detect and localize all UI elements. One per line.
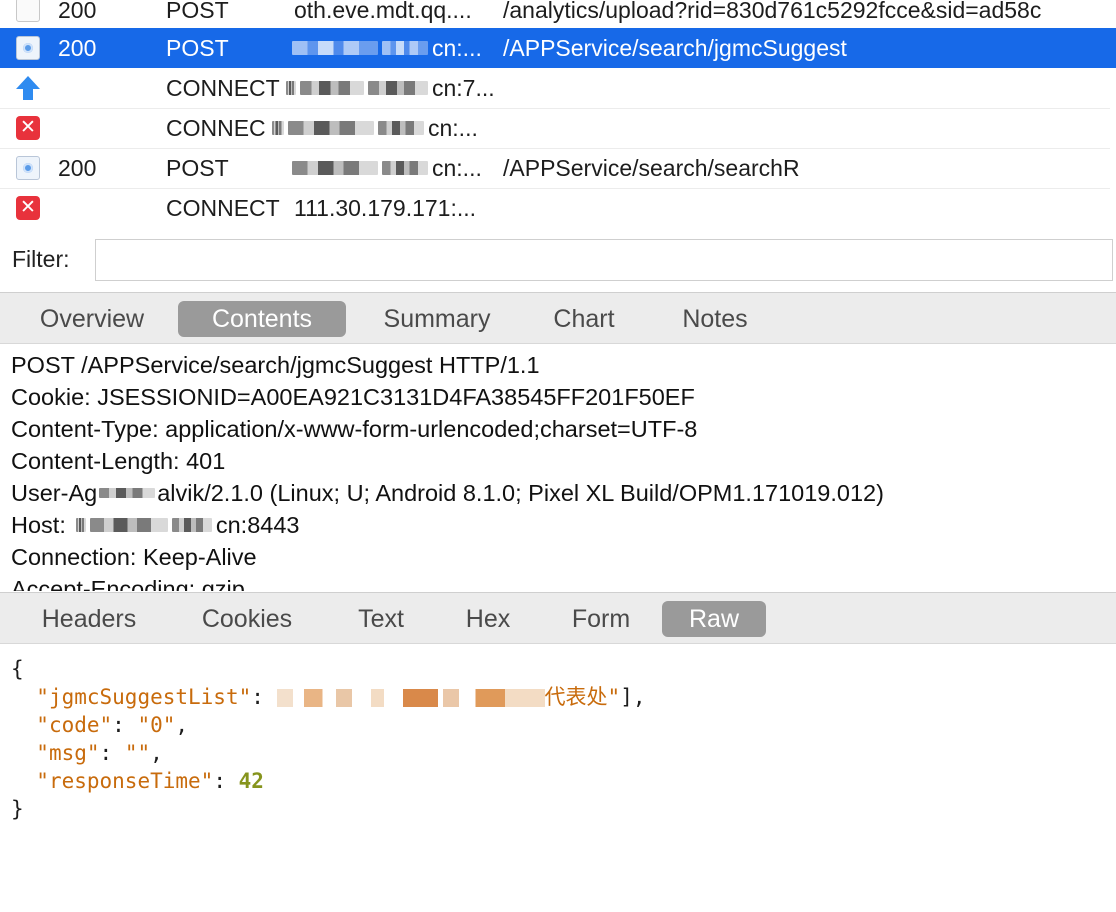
redacted-block (382, 41, 428, 55)
redacted-block (288, 121, 374, 135)
json-key-responseTime: "responseTime" (36, 769, 214, 793)
redacted-block (368, 81, 428, 95)
request-path: /APPService/search/searchR (503, 154, 800, 181)
tab-notes[interactable]: Notes (656, 301, 774, 337)
tab-contents[interactable]: Contents (178, 301, 346, 337)
request-line: POST /APPService/search/jgmcSuggest HTTP… (11, 352, 540, 378)
request-host-text: oth.eve.mdt.qq.... (294, 0, 472, 23)
header-accept-encoding: Accept-Encoding: gzip (11, 576, 245, 591)
header-user-agent: User-Ag alvik/2.1.0 (Linux; U; Android 8… (11, 477, 1116, 509)
redacted-block (99, 488, 156, 498)
json-key-msg: "msg" (36, 741, 100, 765)
host-prefix: Host: (11, 512, 66, 538)
request-row-selected[interactable]: 200 POST cn:... /APPService/search/jgmcS… (0, 28, 1116, 68)
user-agent-rest: alvik/2.1.0 (Linux; U; Android 8.1.0; Pi… (157, 480, 884, 506)
redacted-block (276, 689, 545, 707)
tab-summary[interactable]: Summary (362, 301, 512, 337)
json-key-code: "code" (36, 713, 113, 737)
status-code: 200 (58, 34, 97, 61)
error-icon: ✕ (16, 196, 40, 220)
request-host: cn:7... (286, 75, 495, 102)
status-code: 200 (58, 0, 97, 23)
redacted-block (292, 161, 378, 175)
redacted-block (75, 518, 86, 532)
request-host: cn:... (272, 115, 478, 142)
response-tab-bar: Headers Cookies Text Hex Form Raw (0, 592, 1116, 644)
tab-form[interactable]: Form (552, 601, 650, 637)
request-row[interactable]: CONNECT cn:7... (0, 68, 1116, 108)
error-icon: ✕ (16, 116, 40, 140)
request-host-text: cn:... (428, 114, 478, 141)
redacted-block (89, 518, 168, 532)
json-close-brace: } (11, 797, 24, 821)
redacted-block (300, 81, 364, 95)
tab-chart[interactable]: Chart (528, 301, 640, 337)
request-list: 200 POST oth.eve.mdt.qq.... /analytics/u… (0, 0, 1116, 228)
request-method: CONNEC (166, 114, 266, 141)
document-icon (16, 156, 40, 180)
request-host: cn:... (292, 155, 482, 182)
json-value-jgmcSuggestList-tail: 代表处" (544, 685, 621, 709)
request-path: /analytics/upload?rid=830d761c5292fcce&s… (503, 0, 1042, 23)
json-value-msg: "" (124, 741, 151, 765)
redacted-block (378, 121, 424, 135)
request-host-text: cn:... (432, 154, 482, 181)
request-method: POST (166, 154, 229, 181)
header-host: Host: cn:8443 (11, 509, 1116, 541)
json-value-code: "0" (137, 713, 176, 737)
tab-hex[interactable]: Hex (448, 601, 528, 637)
request-host: cn:... (292, 35, 482, 62)
json-open-brace: { (11, 657, 24, 681)
header-content-length: Content-Length: 401 (11, 448, 226, 474)
request-raw-view[interactable]: POST /APPService/search/jgmcSuggest HTTP… (0, 345, 1116, 591)
json-array-close: ], (620, 685, 646, 709)
tab-text[interactable]: Text (336, 601, 426, 637)
blank-icon (16, 0, 40, 22)
response-json-view[interactable]: { "jgmcSuggestList": 代表处"], "code": "0",… (0, 645, 1116, 912)
request-row[interactable]: 200 POST oth.eve.mdt.qq.... /analytics/u… (0, 0, 1116, 30)
filter-bar: Filter: (0, 232, 1116, 288)
host-suffix: cn:8443 (215, 512, 300, 538)
inspector-tab-bar: Overview Contents Summary Chart Notes (0, 292, 1116, 344)
upload-arrow-icon (16, 76, 40, 100)
redacted-block (171, 518, 212, 532)
request-method: CONNECT (166, 194, 280, 221)
request-host-text: cn:7... (432, 74, 495, 101)
json-value-responseTime: 42 (238, 769, 264, 793)
request-host-text: cn:... (432, 34, 482, 61)
request-host-text: 111.30.179.171:... (294, 194, 477, 221)
header-cookie: Cookie: JSESSIONID=A00EA921C3131D4FA3854… (11, 384, 695, 410)
redacted-block (292, 41, 378, 55)
filter-label: Filter: (12, 246, 70, 272)
tab-overview[interactable]: Overview (20, 301, 164, 337)
request-host: 111.30.179.171:... (294, 195, 476, 222)
tab-raw[interactable]: Raw (662, 601, 766, 637)
request-host: oth.eve.mdt.qq.... (294, 0, 472, 24)
header-connection: Connection: Keep-Alive (11, 544, 257, 570)
redacted-block (272, 121, 284, 135)
filter-input[interactable] (95, 239, 1113, 281)
json-key-jgmcSuggestList: "jgmcSuggestList" (36, 685, 252, 709)
request-row[interactable]: ✕ CONNEC cn:... (0, 108, 1116, 148)
redacted-block (382, 161, 428, 175)
tab-headers[interactable]: Headers (22, 601, 156, 637)
request-method: POST (166, 34, 229, 61)
request-method: CONNECT (166, 74, 280, 101)
request-path: /APPService/search/jgmcSuggest (503, 34, 847, 61)
request-row[interactable]: 200 POST cn:... /APPService/search/searc… (0, 148, 1116, 188)
request-row[interactable]: ✕ CONNECT 111.30.179.171:... (0, 188, 1116, 228)
status-code: 200 (58, 154, 97, 181)
redacted-block (286, 81, 296, 95)
user-agent-prefix: User-Ag (11, 480, 98, 506)
request-method: POST (166, 0, 229, 23)
header-content-type: Content-Type: application/x-www-form-url… (11, 416, 698, 442)
document-icon (16, 36, 40, 60)
tab-cookies[interactable]: Cookies (180, 601, 314, 637)
